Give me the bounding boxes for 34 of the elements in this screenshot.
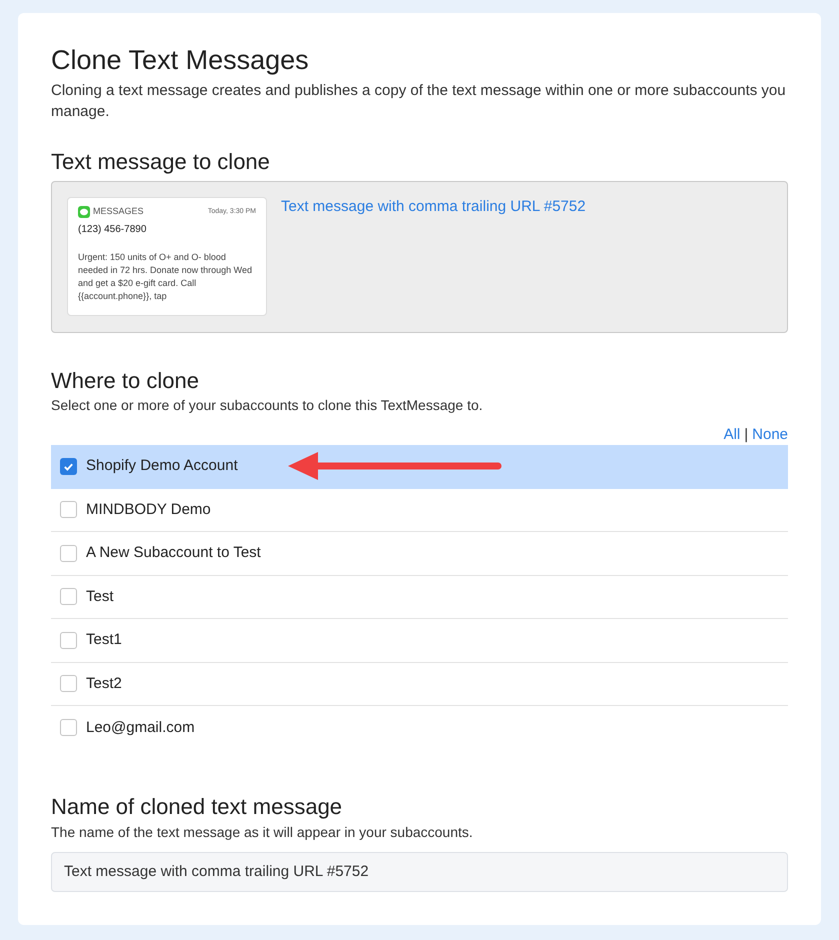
account-row[interactable]: Test2 (51, 662, 788, 706)
account-name: Test2 (86, 674, 122, 694)
account-name: Shopify Demo Account (86, 456, 238, 476)
message-body: Urgent: 150 units of O+ and O- blood needed in 72 hrs. Donate now through Wed and get a $20 e-gift card. Call {{account.phone}}, tap (78, 250, 253, 302)
select-all-link[interactable]: All (724, 426, 740, 444)
message-link[interactable]: Text message with comma trailing URL #5752 (281, 197, 586, 332)
page-title: Clone Text Messages (51, 44, 310, 77)
section-description: The name of the text message as it will appear in your subaccounts. (51, 822, 474, 842)
checkbox[interactable] (60, 458, 77, 475)
account-name: MINDBODY Demo (86, 500, 211, 520)
checkbox[interactable] (60, 501, 77, 518)
section-heading: Name of cloned text message (51, 792, 344, 820)
checkbox[interactable] (60, 544, 77, 562)
checkbox[interactable] (60, 632, 77, 649)
app-name: MESSAGES (93, 205, 144, 218)
section-description: Select one or more of your subaccounts to clone this TextMessage to. (51, 396, 484, 415)
page-description: Cloning a text message creates and publishes a copy of the text message within one or more subaccounts you manage. (51, 81, 787, 122)
name-input-field[interactable]: Text message with comma trailing URL #5752 (51, 852, 788, 892)
section-heading: Where to clone (51, 367, 200, 395)
account-name: Test (86, 586, 114, 606)
checkbox[interactable] (60, 588, 77, 606)
checkbox[interactable] (60, 719, 77, 736)
account-name: Leo@gmail.com (86, 718, 195, 738)
account-name: Test1 (86, 630, 122, 650)
section-heading: Text message to clone (51, 148, 271, 176)
account-name: A New Subaccount to Test (86, 543, 261, 563)
account-row[interactable]: Shopify Demo Account (51, 445, 788, 488)
separator: | (744, 426, 748, 444)
account-row[interactable]: Test (51, 576, 788, 619)
account-row[interactable]: MINDBODY Demo (51, 488, 788, 532)
checkbox[interactable] (60, 675, 77, 692)
select-none-link[interactable]: None (752, 426, 788, 444)
chat-bubble-icon (78, 206, 90, 218)
sender-number: (123) 456-7890 (78, 222, 148, 236)
